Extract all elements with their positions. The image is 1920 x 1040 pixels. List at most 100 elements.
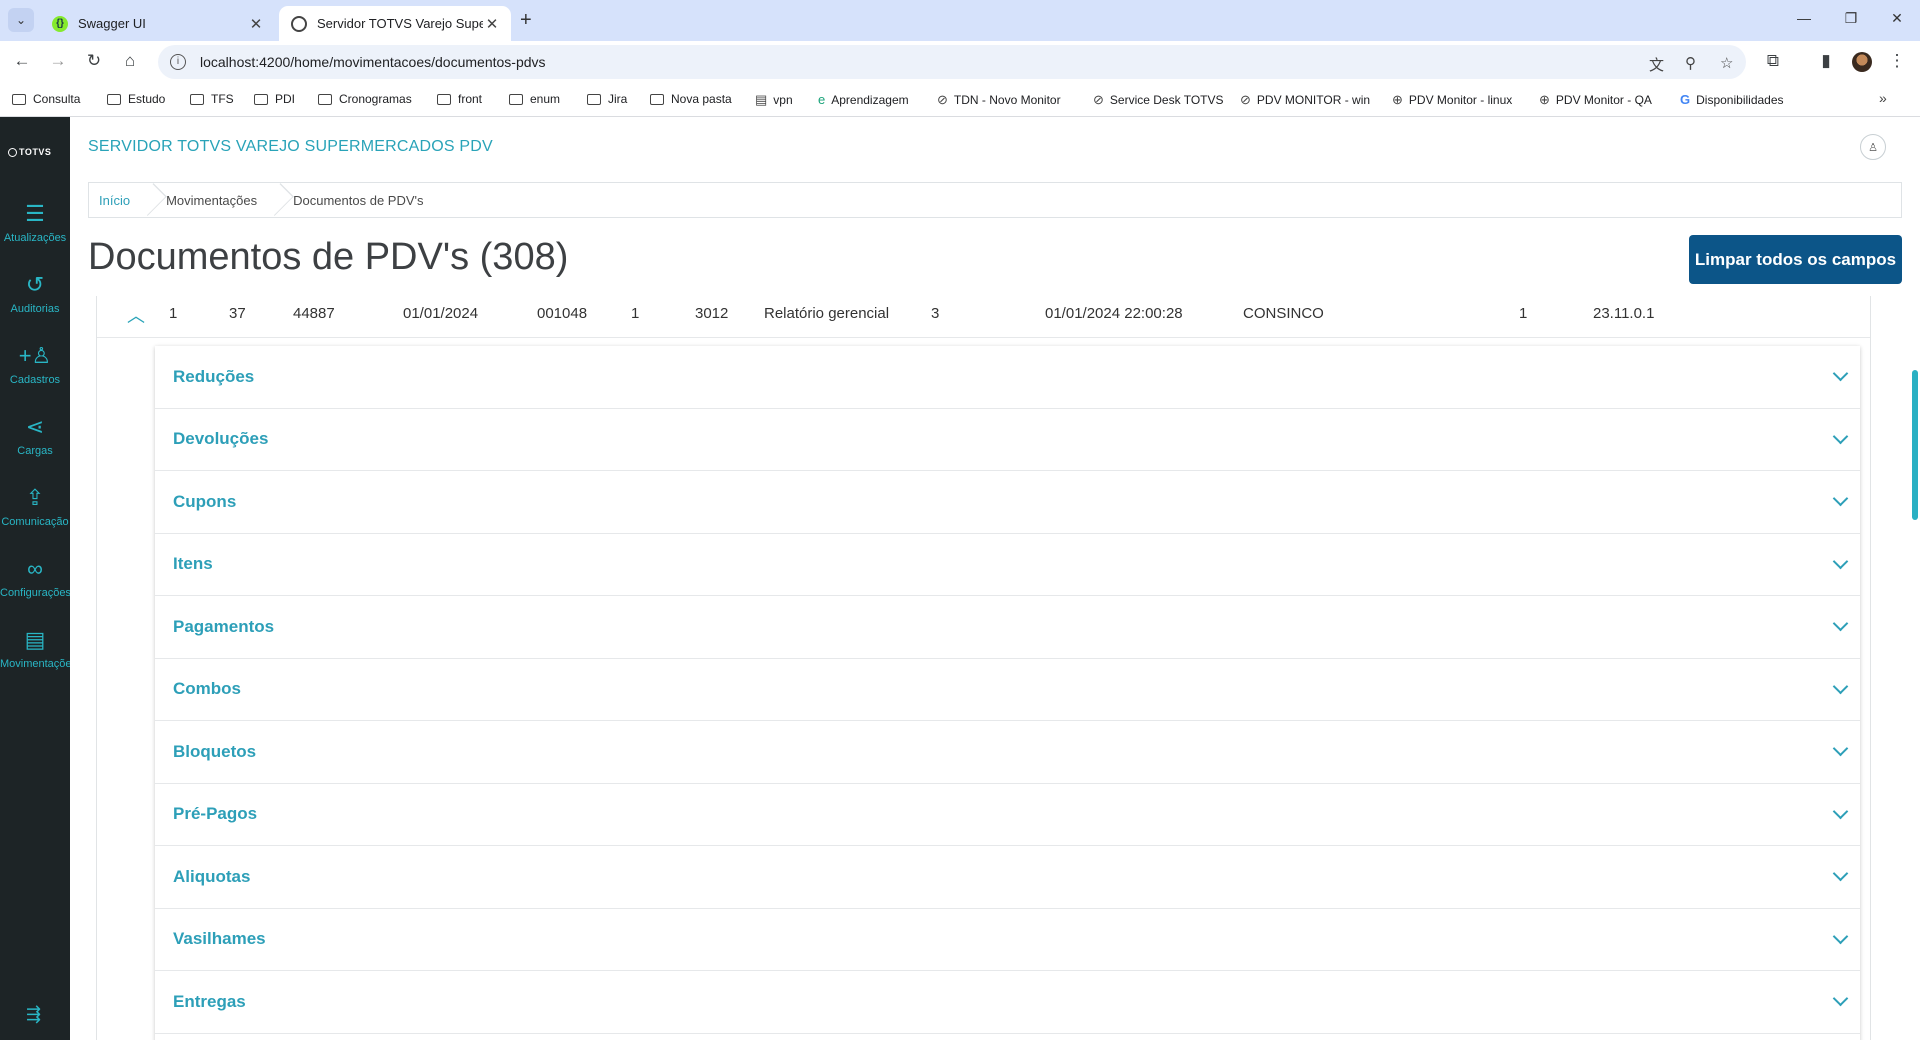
accordion-reducoes[interactable]: Reduções [155, 346, 1860, 409]
zoom-icon[interactable]: ⚲ [1685, 54, 1696, 72]
translate-icon[interactable]: 文 [1649, 54, 1664, 75]
sidebar-item-atualizacoes[interactable]: ☰ Atualizações [0, 201, 70, 244]
bookmark-item[interactable]: PDI [254, 92, 295, 106]
sidebar-item-movimentacoes[interactable]: ▤ Movimentações [0, 627, 70, 670]
back-icon[interactable]: ← [11, 51, 33, 71]
tab-search-chevron-icon[interactable]: ⌄ [8, 8, 34, 32]
site-info-icon[interactable]: i [170, 54, 186, 70]
sidebar-item-comunicacao[interactable]: ⇪ Comunicação [0, 485, 70, 528]
add-user-icon: +♙ [18, 343, 52, 368]
accordion-aliquotas[interactable]: Aliquotas [155, 846, 1860, 909]
accordion-itens[interactable]: Itens [155, 534, 1860, 596]
browser-tab-servidor[interactable]: Servidor TOTVS Varejo Supermercados PDV … [279, 6, 511, 41]
bookmark-item[interactable]: G Disponibilidades [1680, 92, 1784, 107]
sidebar-item-cargas[interactable]: ⋖ Cargas [0, 414, 70, 457]
swagger-favicon-icon: {} [52, 15, 68, 32]
collapse-menu-icon[interactable]: ⇶ [26, 1004, 41, 1025]
user-profile-icon[interactable]: ♙ [1860, 134, 1886, 160]
breadcrumb-item-movimentacoes[interactable]: Movimentações [156, 193, 271, 208]
bookmark-item[interactable]: Nova pasta [650, 92, 732, 106]
more-bookmarks-icon[interactable]: » [1879, 90, 1887, 106]
accordion-cupons[interactable]: Cupons [155, 471, 1860, 534]
sidebar-item-configuracoes[interactable]: ∞ Configurações [0, 556, 70, 599]
accordion-entregas[interactable]: Entregas [155, 971, 1860, 1034]
bookmark-item[interactable]: Consulta [12, 92, 80, 106]
side-panel-icon[interactable]: ▮ [1815, 51, 1837, 71]
forward-icon[interactable]: → [47, 51, 69, 71]
chevron-down-icon[interactable] [1832, 865, 1849, 882]
chevron-down-icon[interactable] [1832, 490, 1849, 507]
chevron-down-icon[interactable] [1832, 615, 1849, 632]
chevron-down-icon[interactable] [1832, 553, 1849, 569]
bookmark-item[interactable]: Cronogramas [318, 92, 412, 106]
accordion-label: Entregas [173, 991, 246, 1011]
bookmark-item[interactable]: Estudo [107, 92, 165, 106]
close-window-icon[interactable]: ✕ [1886, 10, 1908, 27]
accordion-devolucoes[interactable]: Devoluções [155, 409, 1860, 471]
bookmark-item[interactable]: ▤ vpn [755, 92, 793, 108]
bookmark-item[interactable]: ⊕ PDV Monitor - linux [1392, 92, 1512, 108]
clear-all-fields-button[interactable]: Limpar todos os campos [1689, 235, 1902, 284]
chevron-down-icon[interactable] [1832, 928, 1849, 944]
bookmark-item[interactable]: enum [509, 92, 560, 106]
close-tab-icon[interactable]: ✕ [247, 15, 265, 33]
accordion-label: Combos [173, 679, 241, 699]
accordion-bloquetos[interactable]: Bloquetos [155, 721, 1860, 784]
sidebar-item-label: Comunicação [1, 516, 69, 528]
chevron-up-icon[interactable]: ︿ [127, 302, 145, 328]
bookmark-item[interactable]: ⊘ TDN - Novo Monitor [937, 92, 1061, 108]
browser-tab-strip: ⌄ {} Swagger UI ✕ Servidor TOTVS Varejo … [0, 0, 1920, 41]
totvs-icon: ⊘ [1093, 92, 1104, 107]
accordion-pre-pagos[interactable]: Pré-Pagos [155, 784, 1860, 846]
bookmark-label: PDV MONITOR - win [1256, 93, 1371, 107]
bookmark-item[interactable]: TFS [190, 92, 234, 106]
new-tab-icon[interactable]: + [520, 9, 532, 32]
accordion-label: Cupons [173, 491, 237, 511]
sidebar-item-label: Auditorias [10, 303, 60, 315]
bookmark-label: Jira [608, 92, 628, 106]
chevron-down-icon[interactable] [1832, 990, 1849, 1007]
accordion-combos[interactable]: Combos [155, 659, 1860, 721]
row-detail-accordion: Reduções Devoluções Cupons Itens Pagamen… [155, 346, 1860, 1040]
sidebar-item-cadastros[interactable]: +♙ Cadastros [0, 343, 70, 386]
bookmark-item[interactable]: ⊕ PDV Monitor - QA [1539, 92, 1652, 108]
table-row[interactable]: ︿ 1 37 44887 01/01/2024 001048 1 3012 Re… [97, 296, 1870, 338]
folder-icon [12, 93, 26, 105]
accordion-label: Pagamentos [173, 616, 275, 636]
close-tab-icon[interactable]: ✕ [483, 15, 501, 33]
accordion-pagamentos[interactable]: Pagamentos [155, 596, 1860, 659]
bookmark-item[interactable]: Jira [587, 92, 627, 106]
bookmark-item[interactable]: ⊘ PDV MONITOR - win [1240, 92, 1370, 108]
browser-menu-icon[interactable]: ⋮ [1886, 51, 1908, 71]
bookmark-label: vpn [773, 93, 793, 107]
address-bar[interactable]: i localhost:4200/home/movimentacoes/docu… [158, 45, 1746, 79]
chevron-down-icon[interactable] [1832, 803, 1849, 819]
reload-icon[interactable]: ↻ [83, 51, 105, 71]
extensions-icon[interactable]: ⧉ [1762, 51, 1784, 71]
bookmark-item[interactable]: ⊘ Service Desk TOTVS [1093, 92, 1224, 108]
home-icon[interactable]: ⌂ [119, 51, 141, 71]
chevron-down-icon[interactable] [1832, 428, 1849, 444]
sidebar-item-auditorias[interactable]: ↺ Auditorias [0, 272, 70, 315]
chevron-down-icon[interactable] [1832, 740, 1849, 757]
bookmark-item[interactable]: e Aprendizagem [818, 92, 909, 107]
bookmark-label: Nova pasta [671, 92, 732, 106]
bookmark-star-icon[interactable]: ☆ [1720, 54, 1733, 72]
app-title: SERVIDOR TOTVS VAREJO SUPERMERCADOS PDV [88, 138, 493, 155]
table-cell: 3 [931, 305, 940, 322]
browser-tab-swagger[interactable]: {} Swagger UI ✕ [40, 6, 275, 41]
chevron-down-icon[interactable] [1832, 365, 1849, 382]
bookmark-item[interactable]: front [437, 92, 482, 106]
google-icon: G [1680, 92, 1691, 107]
restore-icon[interactable]: ❐ [1840, 10, 1862, 27]
bookmark-label: Aprendizagem [831, 92, 909, 107]
bookmark-label: PDV Monitor - QA [1555, 93, 1652, 107]
accordion-vasilhames[interactable]: Vasilhames [155, 909, 1860, 971]
profile-avatar[interactable] [1852, 52, 1872, 72]
chevron-down-icon[interactable] [1832, 678, 1849, 694]
minimize-icon[interactable]: — [1793, 10, 1815, 26]
breadcrumb-separator [271, 182, 283, 218]
page-scrollbar[interactable] [1912, 370, 1918, 520]
folder-icon [437, 93, 451, 105]
accordion-label: Vasilhames [173, 929, 266, 949]
